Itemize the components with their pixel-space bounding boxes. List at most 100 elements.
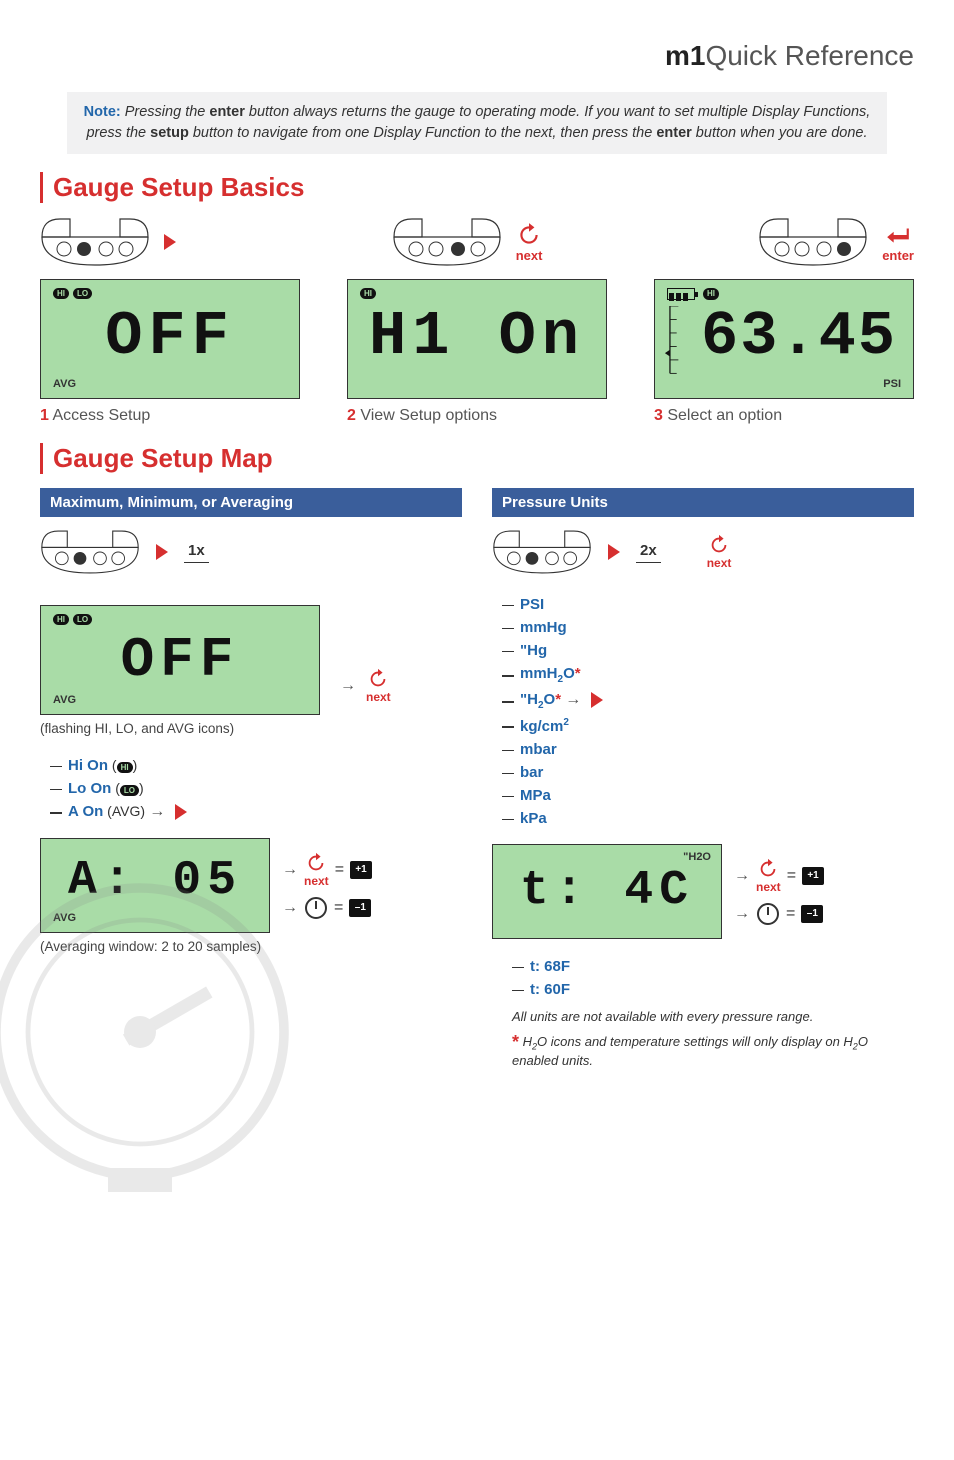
four-button-icon <box>40 217 150 267</box>
right-adjust-row: "H2O t: 4C →next=+1 →=–1 <box>492 844 914 939</box>
lcd-caption: (flashing HI, LO, and AVG icons) <box>40 721 462 736</box>
lcd-value: H1 On <box>348 306 606 368</box>
next-button[interactable]: next <box>516 222 543 263</box>
lcd-hi-on: HI H1 On <box>347 279 607 399</box>
lcd-value: OFF <box>41 632 319 688</box>
right-press-row: 2x next <box>492 529 914 575</box>
lcd-reading: HI 63.45 PSI <box>654 279 914 399</box>
hi-icon: HI <box>53 614 69 625</box>
play-icon <box>175 804 187 820</box>
arrow-icon: → <box>734 905 750 923</box>
panel-select-option: enter <box>758 217 914 267</box>
plus-icon: +1 <box>802 867 824 885</box>
avg-label: AVG <box>53 378 76 390</box>
lcd-value: A: 05 <box>41 857 269 905</box>
unit-option: "Hg <box>502 639 914 662</box>
opt-a-on: A On (AVG) → <box>50 800 462 824</box>
unit-option: kPa <box>502 807 914 830</box>
note-box: Note: Pressing the enter button always r… <box>67 92 887 154</box>
four-button-icon <box>758 217 868 267</box>
lcd-off-map: HI LO OFF AVG <box>40 605 320 715</box>
battery-icon <box>667 288 695 300</box>
enter-button[interactable]: enter <box>882 222 914 263</box>
lcd-off: HILO OFF AVG <box>40 279 300 399</box>
power-icon[interactable] <box>756 902 780 926</box>
page-title: m1Quick Reference <box>40 40 914 72</box>
minus-icon: –1 <box>801 905 823 923</box>
plus-icon: +1 <box>350 861 372 879</box>
lcd-avg-window: A: 05 AVG <box>40 838 270 933</box>
opt-t68f: t: 68F <box>512 955 914 978</box>
play-icon <box>156 544 168 560</box>
arrow-icon: → <box>149 803 165 820</box>
doc-title: Quick Reference <box>705 40 914 71</box>
basics-lcd-row: HILO OFF AVG 1 Access Setup HI H1 On 2 V… <box>40 279 914 425</box>
panel-access-setup <box>40 217 176 267</box>
caption-1: 1 Access Setup <box>40 407 300 425</box>
unit-option: mbar <box>502 738 914 761</box>
hi-icon: HI <box>360 288 376 299</box>
press-count: 2x <box>640 542 657 559</box>
avg-label: AVG <box>53 694 76 706</box>
press-count: 1x <box>188 542 205 559</box>
map-left-col: Maximum, Minimum, or Averaging 1x HI LO O… <box>40 488 462 1072</box>
basics-button-row: next enter <box>40 217 914 267</box>
cycle-icon <box>757 858 779 880</box>
unit-option: PSI <box>502 593 914 616</box>
opt-t60f: t: 60F <box>512 978 914 1001</box>
arrow-icon: → <box>734 867 750 885</box>
avg-label: AVG <box>53 912 76 924</box>
lcd-value: 63.45 <box>685 306 913 368</box>
caption-3: 3 Select an option <box>654 407 914 425</box>
unit-option: bar <box>502 761 914 784</box>
play-icon <box>608 544 620 560</box>
unit-label: "H2O <box>683 851 711 863</box>
map-left-header: Maximum, Minimum, or Averaging <box>40 488 462 517</box>
arrow-icon: → <box>340 677 356 695</box>
enter-icon <box>885 222 911 248</box>
cycle-icon <box>367 668 389 690</box>
left-adjust-row: A: 05 AVG →next=+1 →=–1 <box>40 838 462 933</box>
next-button[interactable]: next <box>366 668 391 704</box>
next-button[interactable]: next <box>707 534 732 570</box>
opt-hi-on: Hi On (HI) <box>50 754 462 777</box>
unit-option: MPa <box>502 784 914 807</box>
four-button-icon <box>40 529 140 575</box>
footnote-h2o: * H2O icons and temperature settings wil… <box>512 1032 914 1068</box>
unit-label: PSI <box>883 378 901 390</box>
left-press-row: 1x <box>40 529 462 575</box>
unit-option: kg/cm2 <box>502 714 914 738</box>
section-map-title: Gauge Setup Map <box>40 443 914 474</box>
opt-lo-on: Lo On (LO) <box>50 777 462 800</box>
next-button[interactable]: next <box>756 858 781 894</box>
scale-icon <box>663 306 687 386</box>
arrow-icon: → <box>282 899 298 917</box>
lo-icon: LO <box>73 614 92 625</box>
lcd-value: t: 4C <box>493 867 721 915</box>
caption-2: 2 View Setup options <box>347 407 607 425</box>
lcd-temp: "H2O t: 4C <box>492 844 722 939</box>
hi-icon: HI <box>703 288 719 300</box>
left-options: Hi On (HI) Lo On (LO) A On (AVG) → <box>50 754 462 824</box>
section-basics-title: Gauge Setup Basics <box>40 172 914 203</box>
map-right-col: Pressure Units 2x next PSImmHg"HgmmH2O*"… <box>492 488 914 1072</box>
unit-option: "H2O* → <box>502 688 914 714</box>
arrow-icon: → <box>282 861 298 879</box>
cycle-icon <box>516 222 542 248</box>
unit-option: mmHg <box>502 616 914 639</box>
hi-icon: HI <box>53 288 69 299</box>
avg-window-caption: (Averaging window: 2 to 20 samples) <box>40 939 462 954</box>
four-button-icon <box>392 217 502 267</box>
units-list: PSImmHg"HgmmH2O*"H2O* → kg/cm2mbarbarMPa… <box>502 593 914 830</box>
brand: m1 <box>665 40 705 71</box>
cycle-icon <box>708 534 730 556</box>
lo-icon: LO <box>120 785 139 796</box>
minus-icon: –1 <box>349 899 371 917</box>
power-icon[interactable] <box>304 896 328 920</box>
play-icon <box>591 692 603 708</box>
lcd-value: OFF <box>41 306 299 368</box>
play-icon <box>164 234 176 250</box>
footnote-units: All units are not available with every p… <box>512 1009 914 1024</box>
hi-icon: HI <box>117 762 133 773</box>
next-button[interactable]: next <box>304 852 329 888</box>
